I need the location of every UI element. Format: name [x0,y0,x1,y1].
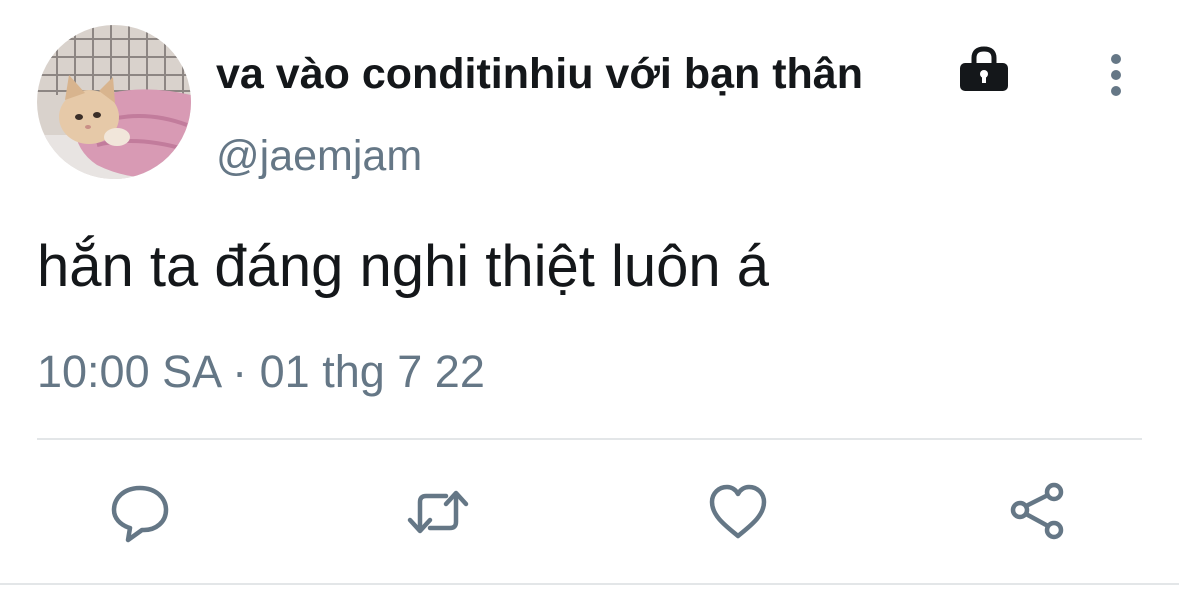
bottom-divider [0,583,1179,585]
avatar[interactable] [37,25,191,179]
share-button[interactable] [1006,480,1070,544]
user-handle[interactable]: @jaemjam [216,130,422,182]
lock-icon [958,42,1010,94]
reply-icon [111,485,169,543]
tweet-timestamp[interactable]: 10:00 SA · 01 thg 7 22 [37,345,485,399]
retweet-button[interactable] [406,480,470,544]
tweet-text: hắn ta đáng nghi thiệt luôn á [37,234,770,299]
retweet-icon [407,490,469,534]
tweet-card: va vào conditinhiu với bạn thân @jaemjam… [0,0,1179,603]
display-name[interactable]: va vào conditinhiu với bạn thân [216,48,863,100]
heart-icon [709,484,767,539]
divider [37,438,1142,440]
more-vertical-icon[interactable] [1096,52,1136,98]
reply-button[interactable] [108,480,172,544]
like-button[interactable] [706,480,770,544]
share-icon [1010,482,1064,540]
